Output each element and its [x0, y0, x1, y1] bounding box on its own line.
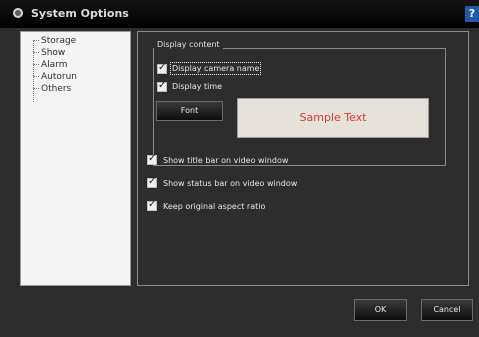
options-tree: Storage Show Alarm Autorun Others: [20, 31, 131, 286]
help-icon[interactable]: ?: [465, 6, 479, 22]
font-button[interactable]: Font: [156, 101, 223, 121]
keep-aspect-ratio-checkbox[interactable]: [147, 199, 157, 211]
tree-item-label: Autorun: [41, 72, 78, 82]
title-bar[interactable]: System Options ?: [0, 0, 479, 28]
show-status-bar-checkbox[interactable]: [147, 176, 157, 188]
tree-item-label: Alarm: [41, 60, 68, 70]
show-title-bar-label[interactable]: Show title bar on video window: [163, 156, 288, 165]
sample-text-preview: Sample Text: [237, 98, 429, 138]
display-time-label[interactable]: Display time: [172, 82, 222, 91]
tree-item-storage[interactable]: Storage: [33, 36, 76, 48]
app-icon: [13, 8, 23, 18]
tree-item-show[interactable]: Show: [33, 48, 65, 60]
show-status-bar-label[interactable]: Show status bar on video window: [163, 179, 297, 188]
system-options-dialog: System Options ? Storage Show Alarm Auto…: [0, 0, 479, 337]
window-title: System Options: [31, 7, 129, 20]
tree-item-others[interactable]: Others: [33, 84, 71, 96]
display-camera-name-checkbox[interactable]: [157, 62, 167, 74]
tree-item-label: Show: [41, 48, 66, 58]
tree-item-alarm[interactable]: Alarm: [33, 60, 67, 72]
tree-item-label: Storage: [41, 36, 77, 46]
tree-item-label: Others: [41, 84, 72, 94]
ok-button[interactable]: OK: [354, 299, 407, 321]
display-camera-name-label[interactable]: Display camera name: [169, 62, 262, 75]
display-time-checkbox[interactable]: [157, 80, 167, 92]
keep-aspect-ratio-label[interactable]: Keep original aspect ratio: [163, 202, 265, 211]
display-content-title: Display content: [154, 40, 223, 49]
show-title-bar-checkbox[interactable]: [147, 153, 157, 165]
tree-item-autorun[interactable]: Autorun: [33, 72, 77, 84]
cancel-button[interactable]: Cancel: [421, 299, 473, 321]
